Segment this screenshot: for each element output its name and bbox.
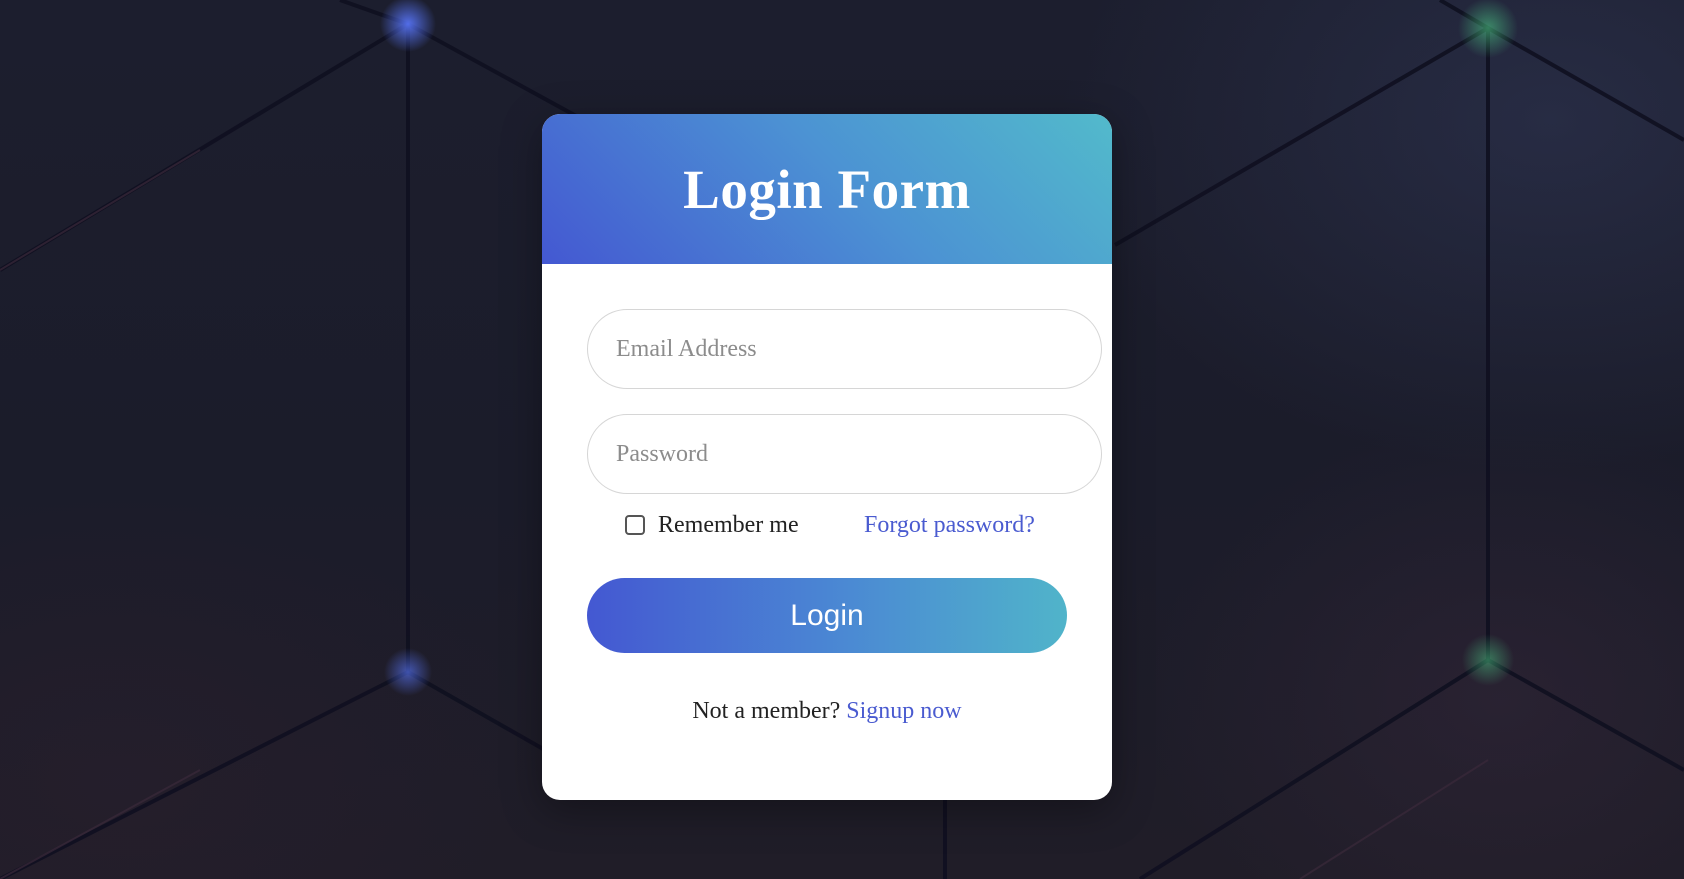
form-title: Login Form [683, 158, 971, 220]
signup-prefix-text: Not a member? [692, 698, 841, 724]
remember-me-label: Remember me [658, 512, 799, 538]
login-card: Login Form Remember me Forgot password? … [542, 114, 1112, 800]
forgot-password-link[interactable]: Forgot password? [864, 510, 1035, 540]
card-header: Login Form [542, 114, 1112, 264]
remember-me-checkbox[interactable] [625, 515, 645, 535]
login-button[interactable]: Login [587, 578, 1067, 653]
email-field[interactable] [587, 309, 1102, 389]
signup-prompt: Not a member? Signup now [542, 696, 1112, 726]
remember-me-option[interactable]: Remember me [625, 510, 799, 540]
password-field[interactable] [587, 414, 1102, 494]
signup-link[interactable]: Signup now [846, 698, 961, 724]
